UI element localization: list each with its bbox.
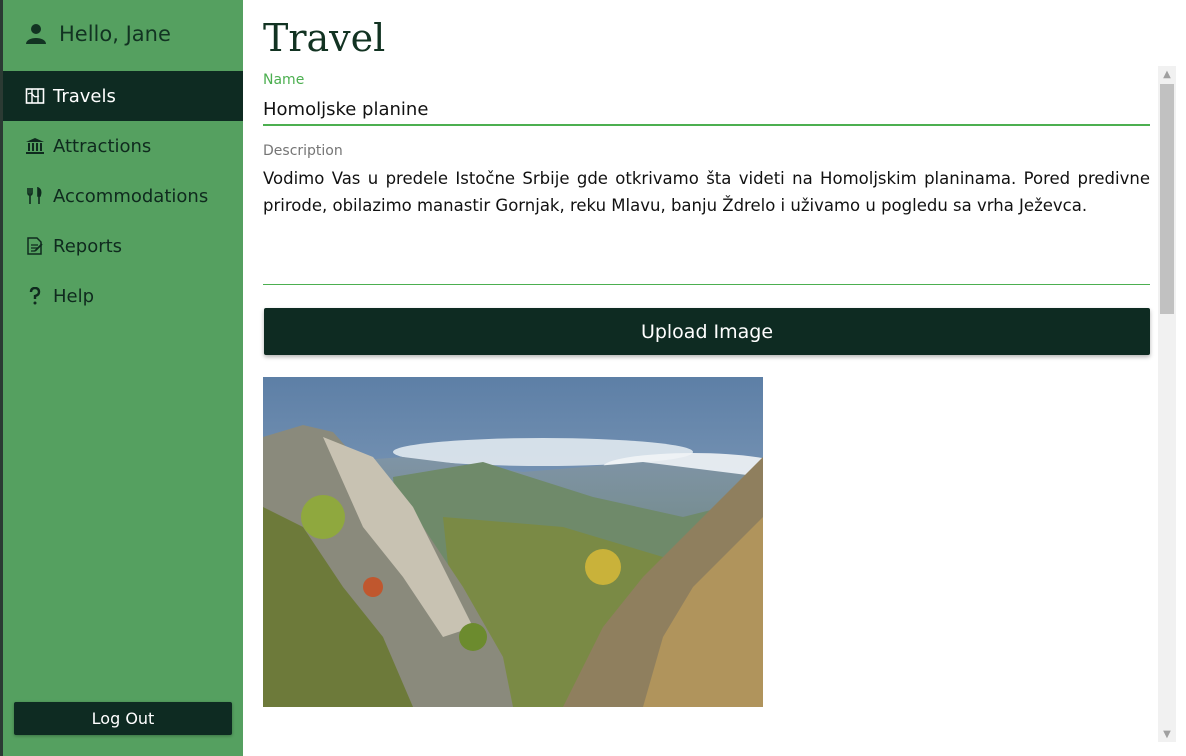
sidebar-item-attractions[interactable]: Attractions xyxy=(3,121,243,171)
main-content: Travel Name Description Vodimo Vas u pre… xyxy=(243,0,1186,756)
name-label: Name xyxy=(263,72,305,88)
utensils-icon xyxy=(25,186,45,206)
greeting-text: Hello, Jane xyxy=(59,22,171,46)
landmark-icon xyxy=(25,136,45,156)
scrollbar-thumb[interactable] xyxy=(1160,84,1174,314)
page-title: Travel xyxy=(263,16,386,60)
vertical-scrollbar[interactable]: ▲ ▼ xyxy=(1158,66,1176,742)
description-field[interactable]: Vodimo Vas u predele Istočne Srbije gde … xyxy=(263,166,1150,285)
sidebar-item-help[interactable]: Help xyxy=(3,271,243,321)
question-icon xyxy=(25,286,45,306)
map-icon xyxy=(25,86,45,106)
sidebar-nav: Travels Attractions Accommodations Repor… xyxy=(3,71,243,321)
user-icon xyxy=(26,24,46,44)
description-label: Description xyxy=(263,143,343,159)
user-greeting: Hello, Jane xyxy=(25,20,171,48)
scroll-down-icon[interactable]: ▼ xyxy=(1158,726,1176,742)
logout-button[interactable]: Log Out xyxy=(14,702,232,735)
sidebar-item-accommodations[interactable]: Accommodations xyxy=(3,171,243,221)
sidebar-item-label: Accommodations xyxy=(53,185,209,207)
scroll-up-icon[interactable]: ▲ xyxy=(1158,66,1176,82)
sidebar-item-travels[interactable]: Travels xyxy=(3,71,243,121)
upload-image-button[interactable]: Upload Image xyxy=(264,308,1150,355)
report-icon xyxy=(25,236,45,256)
sidebar-item-label: Reports xyxy=(53,235,123,257)
sidebar-item-label: Travels xyxy=(53,85,116,107)
name-field[interactable] xyxy=(263,94,1150,126)
mountain-landscape-photo xyxy=(263,377,763,707)
sidebar-item-reports[interactable]: Reports xyxy=(3,221,243,271)
sidebar-item-label: Help xyxy=(53,285,95,307)
sidebar: Hello, Jane Travels Attractions Accommod… xyxy=(3,0,243,756)
sidebar-item-label: Attractions xyxy=(53,135,152,157)
